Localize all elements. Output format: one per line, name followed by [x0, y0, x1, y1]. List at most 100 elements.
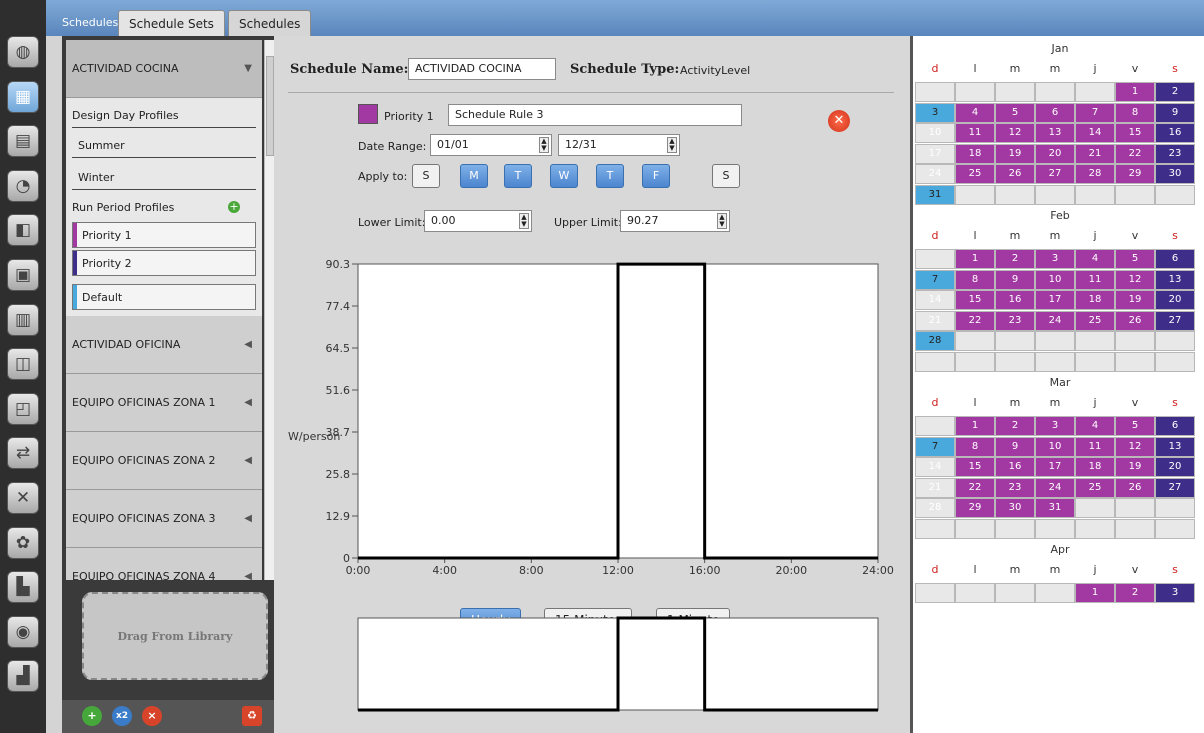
globe-icon[interactable]: ◍ [7, 36, 39, 68]
calendar-day[interactable]: 10 [1035, 436, 1075, 457]
schedule-item[interactable]: ACTIVIDAD OFICINA ◀ [66, 316, 262, 374]
calendar-day[interactable]: 11 [1075, 269, 1115, 290]
calendar-day[interactable]: 25 [1075, 477, 1115, 498]
calendar-day[interactable]: 17 [915, 143, 955, 164]
collapse-arrow-icon[interactable]: ▼ [244, 63, 252, 74]
calendar-day[interactable]: 22 [955, 477, 995, 498]
thermal-zones-icon[interactable]: ◰ [7, 392, 39, 425]
calendar-day[interactable]: 15 [955, 290, 995, 310]
calendar-day[interactable]: 18 [1075, 290, 1115, 310]
calendar-day[interactable] [955, 518, 995, 539]
upper-limit-spinner-icon[interactable]: ▲ ▼ [717, 213, 727, 229]
calendar-day[interactable] [1155, 518, 1195, 539]
calendar-day[interactable]: 28 [915, 498, 955, 518]
calendar-day[interactable] [1155, 351, 1195, 372]
day-button[interactable]: S [712, 164, 740, 188]
calendar-day[interactable]: 13 [1155, 269, 1195, 290]
schedule-item[interactable]: EQUIPO OFICINAS ZONA 1 ◀ [66, 374, 262, 432]
scrollbar-thumb[interactable] [266, 56, 274, 156]
calendar-day[interactable]: 5 [995, 102, 1035, 123]
calendar-day[interactable]: 17 [1035, 290, 1075, 310]
day-button[interactable]: S [412, 164, 440, 188]
calendar-day[interactable]: 21 [915, 310, 955, 331]
date-end-spinner-icon[interactable]: ▲ ▼ [667, 137, 677, 153]
calendar-day[interactable]: 19 [995, 143, 1035, 164]
schedule-chart[interactable]: 012.925.838.751.664.577.490.30:00 4:00 8:0… [274, 250, 910, 580]
calendar-day[interactable] [915, 351, 955, 372]
calendar-day[interactable] [1075, 351, 1115, 372]
schedule-item-selected[interactable]: ACTIVIDAD COCINA ▼ [66, 40, 262, 98]
calendar-day[interactable]: 17 [1035, 457, 1075, 477]
calendar-day[interactable] [1115, 498, 1155, 518]
results-icon[interactable]: ▟ [7, 660, 39, 693]
date-start-spinner-icon[interactable]: ▲ ▼ [539, 137, 549, 153]
calendar-day[interactable]: 9 [995, 269, 1035, 290]
calendar-day[interactable] [915, 249, 955, 269]
calendar-day[interactable]: 20 [1155, 457, 1195, 477]
calendar-day[interactable]: 6 [1155, 416, 1195, 436]
default-profile-item[interactable]: Default [72, 284, 256, 310]
copy-icon[interactable]: x2 [112, 706, 132, 726]
calendar-day[interactable] [995, 331, 1035, 351]
schedule-item[interactable]: EQUIPO OFICINAS ZONA 2 ◀ [66, 432, 262, 490]
tab-schedule-sets[interactable]: Schedule Sets [118, 10, 225, 36]
calendar-day[interactable]: 23 [1155, 143, 1195, 164]
calendar-day[interactable]: 10 [1035, 269, 1075, 290]
schedule-item[interactable]: EQUIPO OFICINAS ZONA 4 ◀ [66, 548, 262, 580]
calendar-day[interactable]: 16 [1155, 123, 1195, 143]
calendar-day[interactable]: 16 [995, 290, 1035, 310]
construction-icon[interactable]: ▤ [7, 125, 39, 158]
variables-icon[interactable]: ✕ [7, 482, 39, 514]
calendar-day[interactable]: 12 [1115, 436, 1155, 457]
expand-arrow-icon[interactable]: ◀ [244, 571, 252, 580]
calendar-day[interactable]: 11 [955, 123, 995, 143]
calendar-day[interactable]: 20 [1155, 290, 1195, 310]
calendar-day[interactable] [1115, 184, 1155, 205]
add-rule-icon[interactable]: + [228, 201, 240, 213]
delete-rule-icon[interactable]: ✕ [828, 110, 850, 132]
hvac-icon[interactable]: ⇄ [7, 437, 39, 470]
calendar-day[interactable]: 1 [955, 249, 995, 269]
calendar-day[interactable] [1035, 82, 1075, 102]
design-day-summer[interactable]: Summer [66, 132, 262, 158]
calendar-day[interactable] [955, 184, 995, 205]
calendar-day[interactable]: 5 [1115, 249, 1155, 269]
calendar-day[interactable]: 24 [1035, 310, 1075, 331]
calendar-day[interactable]: 9 [995, 436, 1035, 457]
calendar-day[interactable] [995, 518, 1035, 539]
calendar-day[interactable]: 24 [915, 164, 955, 184]
calendar-day[interactable]: 14 [915, 457, 955, 477]
calendar-day[interactable] [1035, 184, 1075, 205]
calendar-day[interactable]: 24 [1035, 477, 1075, 498]
lower-limit-spinner-icon[interactable]: ▲ ▼ [519, 213, 529, 229]
calendar-day[interactable] [955, 583, 995, 603]
calendar-day[interactable] [1155, 184, 1195, 205]
calendar-day[interactable]: 3 [915, 102, 955, 123]
calendar-day[interactable]: 10 [915, 123, 955, 143]
calendar-day[interactable]: 3 [1155, 583, 1195, 603]
priority-1-item[interactable]: Priority 1 [72, 222, 256, 248]
expand-arrow-icon[interactable]: ◀ [244, 397, 252, 408]
calendar-day[interactable]: 23 [995, 310, 1035, 331]
calendar-day[interactable]: 22 [1115, 143, 1155, 164]
calendar-day[interactable]: 19 [1115, 457, 1155, 477]
calendar-day[interactable]: 26 [1115, 477, 1155, 498]
calendar-day[interactable]: 7 [1075, 102, 1115, 123]
calendar-day[interactable] [1075, 498, 1115, 518]
calendar-day[interactable]: 9 [1155, 102, 1195, 123]
simulation-settings-icon[interactable]: ✿ [7, 526, 39, 559]
calendar-day[interactable] [1155, 498, 1195, 518]
calendar-day[interactable]: 29 [1115, 164, 1155, 184]
calendar-day[interactable] [995, 351, 1035, 372]
calendar-day[interactable]: 26 [1115, 310, 1155, 331]
calendar-day[interactable] [955, 331, 995, 351]
calendar-day[interactable]: 20 [1035, 143, 1075, 164]
calendar-day[interactable] [1035, 331, 1075, 351]
calendar-day[interactable]: 6 [1035, 102, 1075, 123]
calendar-day[interactable]: 14 [915, 290, 955, 310]
scripts-icon[interactable]: ▙ [7, 571, 39, 604]
calendar-day[interactable]: 8 [1115, 102, 1155, 123]
calendar-day[interactable]: 25 [955, 164, 995, 184]
purge-icon[interactable]: ♻ [242, 706, 262, 726]
calendar-day[interactable]: 4 [1075, 249, 1115, 269]
